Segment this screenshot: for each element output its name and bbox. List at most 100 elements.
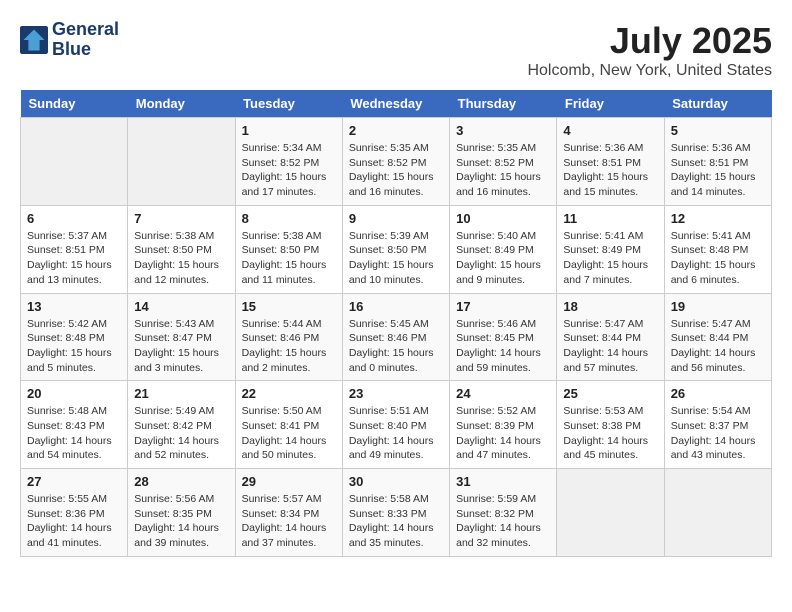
calendar-cell: 29 Sunrise: 5:57 AMSunset: 8:34 PMDayligh…	[235, 469, 342, 557]
logo-icon	[20, 26, 48, 54]
calendar-cell: 12Sunrise: 5:41 AMSunset: 8:48 PMDayligh…	[664, 205, 771, 293]
calendar-cell: 13Sunrise: 5:42 AMSunset: 8:48 PMDayligh…	[21, 293, 128, 381]
day-info: Sunrise: 5:59 AMSunset: 8:32 PMDaylight:…	[456, 492, 550, 551]
calendar-body: 1 Sunrise: 5:34 AMSunset: 8:52 PMDaylight…	[21, 118, 772, 557]
day-number: 20	[27, 386, 121, 401]
weekday-header-friday: Friday	[557, 90, 664, 118]
location-subtitle: Holcomb, New York, United States	[527, 62, 772, 80]
day-number: 24	[456, 386, 550, 401]
title-area: July 2025 Holcomb, New York, United Stat…	[527, 20, 772, 80]
calendar-cell: 23 Sunrise: 5:51 AMSunset: 8:40 PMDayligh…	[342, 381, 449, 469]
calendar-cell: 11 Sunrise: 5:41 AMSunset: 8:49 PMDayligh…	[557, 205, 664, 293]
header: General Blue July 2025 Holcomb, New York…	[20, 20, 772, 80]
day-info: Sunrise: 5:46 AMSunset: 8:45 PMDaylight:…	[456, 317, 550, 376]
day-number: 16	[349, 299, 443, 314]
day-number: 4	[563, 123, 657, 138]
day-number: 28	[134, 474, 228, 489]
weekday-header-thursday: Thursday	[450, 90, 557, 118]
day-number: 19	[671, 299, 765, 314]
calendar-cell: 8Sunrise: 5:38 AMSunset: 8:50 PMDaylight…	[235, 205, 342, 293]
day-info: Sunrise: 5:55 AMSunset: 8:36 PMDaylight:…	[27, 492, 121, 551]
calendar-week-1: 1 Sunrise: 5:34 AMSunset: 8:52 PMDaylight…	[21, 118, 772, 206]
day-number: 7	[134, 211, 228, 226]
day-info: Sunrise: 5:36 AMSunset: 8:51 PMDaylight:…	[671, 141, 765, 200]
day-number: 15	[242, 299, 336, 314]
day-number: 3	[456, 123, 550, 138]
calendar-cell: 24Sunrise: 5:52 AMSunset: 8:39 PMDayligh…	[450, 381, 557, 469]
day-number: 14	[134, 299, 228, 314]
logo: General Blue	[20, 20, 119, 60]
day-info: Sunrise: 5:35 AMSunset: 8:52 PMDaylight:…	[456, 141, 550, 200]
calendar-cell: 14 Sunrise: 5:43 AMSunset: 8:47 PMDayligh…	[128, 293, 235, 381]
day-info: Sunrise: 5:38 AMSunset: 8:50 PMDaylight:…	[134, 229, 228, 288]
weekday-header-wednesday: Wednesday	[342, 90, 449, 118]
day-info: Sunrise: 5:40 AMSunset: 8:49 PMDaylight:…	[456, 229, 550, 288]
weekday-header-monday: Monday	[128, 90, 235, 118]
day-info: Sunrise: 5:43 AMSunset: 8:47 PMDaylight:…	[134, 317, 228, 376]
day-info: Sunrise: 5:38 AMSunset: 8:50 PMDaylight:…	[242, 229, 336, 288]
day-info: Sunrise: 5:47 AMSunset: 8:44 PMDaylight:…	[671, 317, 765, 376]
day-number: 11	[563, 211, 657, 226]
calendar-cell: 18 Sunrise: 5:47 AMSunset: 8:44 PMDayligh…	[557, 293, 664, 381]
calendar-cell: 19 Sunrise: 5:47 AMSunset: 8:44 PMDayligh…	[664, 293, 771, 381]
day-number: 31	[456, 474, 550, 489]
day-number: 10	[456, 211, 550, 226]
day-info: Sunrise: 5:53 AMSunset: 8:38 PMDaylight:…	[563, 404, 657, 463]
calendar-week-2: 6Sunrise: 5:37 AMSunset: 8:51 PMDaylight…	[21, 205, 772, 293]
calendar-cell: 1 Sunrise: 5:34 AMSunset: 8:52 PMDaylight…	[235, 118, 342, 206]
calendar-cell: 22Sunrise: 5:50 AMSunset: 8:41 PMDayligh…	[235, 381, 342, 469]
day-number: 9	[349, 211, 443, 226]
calendar-cell: 5Sunrise: 5:36 AMSunset: 8:51 PMDaylight…	[664, 118, 771, 206]
calendar-cell	[21, 118, 128, 206]
day-info: Sunrise: 5:39 AMSunset: 8:50 PMDaylight:…	[349, 229, 443, 288]
calendar-header: SundayMondayTuesdayWednesdayThursdayFrid…	[21, 90, 772, 118]
calendar-cell	[557, 469, 664, 557]
day-number: 17	[456, 299, 550, 314]
day-number: 25	[563, 386, 657, 401]
calendar-cell: 7 Sunrise: 5:38 AMSunset: 8:50 PMDaylight…	[128, 205, 235, 293]
calendar-table: SundayMondayTuesdayWednesdayThursdayFrid…	[20, 90, 772, 557]
day-number: 23	[349, 386, 443, 401]
logo-text: General Blue	[52, 20, 119, 60]
day-info: Sunrise: 5:45 AMSunset: 8:46 PMDaylight:…	[349, 317, 443, 376]
day-number: 13	[27, 299, 121, 314]
day-info: Sunrise: 5:49 AMSunset: 8:42 PMDaylight:…	[134, 404, 228, 463]
day-number: 2	[349, 123, 443, 138]
calendar-cell: 30 Sunrise: 5:58 AMSunset: 8:33 PMDayligh…	[342, 469, 449, 557]
calendar-cell: 15 Sunrise: 5:44 AMSunset: 8:46 PMDayligh…	[235, 293, 342, 381]
calendar-cell: 3 Sunrise: 5:35 AMSunset: 8:52 PMDaylight…	[450, 118, 557, 206]
day-number: 27	[27, 474, 121, 489]
day-number: 30	[349, 474, 443, 489]
day-number: 26	[671, 386, 765, 401]
day-info: Sunrise: 5:58 AMSunset: 8:33 PMDaylight:…	[349, 492, 443, 551]
day-info: Sunrise: 5:35 AMSunset: 8:52 PMDaylight:…	[349, 141, 443, 200]
calendar-week-4: 20Sunrise: 5:48 AMSunset: 8:43 PMDayligh…	[21, 381, 772, 469]
calendar-cell: 4 Sunrise: 5:36 AMSunset: 8:51 PMDaylight…	[557, 118, 664, 206]
calendar-week-3: 13Sunrise: 5:42 AMSunset: 8:48 PMDayligh…	[21, 293, 772, 381]
calendar-cell: 21 Sunrise: 5:49 AMSunset: 8:42 PMDayligh…	[128, 381, 235, 469]
day-info: Sunrise: 5:54 AMSunset: 8:37 PMDaylight:…	[671, 404, 765, 463]
calendar-cell: 6Sunrise: 5:37 AMSunset: 8:51 PMDaylight…	[21, 205, 128, 293]
day-number: 12	[671, 211, 765, 226]
day-info: Sunrise: 5:34 AMSunset: 8:52 PMDaylight:…	[242, 141, 336, 200]
day-number: 6	[27, 211, 121, 226]
calendar-cell: 26 Sunrise: 5:54 AMSunset: 8:37 PMDayligh…	[664, 381, 771, 469]
calendar-cell: 25 Sunrise: 5:53 AMSunset: 8:38 PMDayligh…	[557, 381, 664, 469]
calendar-cell: 28Sunrise: 5:56 AMSunset: 8:35 PMDayligh…	[128, 469, 235, 557]
weekday-row: SundayMondayTuesdayWednesdayThursdayFrid…	[21, 90, 772, 118]
calendar-cell	[664, 469, 771, 557]
day-info: Sunrise: 5:44 AMSunset: 8:46 PMDaylight:…	[242, 317, 336, 376]
day-number: 18	[563, 299, 657, 314]
day-info: Sunrise: 5:50 AMSunset: 8:41 PMDaylight:…	[242, 404, 336, 463]
day-info: Sunrise: 5:51 AMSunset: 8:40 PMDaylight:…	[349, 404, 443, 463]
day-info: Sunrise: 5:36 AMSunset: 8:51 PMDaylight:…	[563, 141, 657, 200]
day-info: Sunrise: 5:41 AMSunset: 8:49 PMDaylight:…	[563, 229, 657, 288]
day-info: Sunrise: 5:57 AMSunset: 8:34 PMDaylight:…	[242, 492, 336, 551]
month-year-title: July 2025	[527, 20, 772, 62]
calendar-cell: 10 Sunrise: 5:40 AMSunset: 8:49 PMDayligh…	[450, 205, 557, 293]
calendar-week-5: 27 Sunrise: 5:55 AMSunset: 8:36 PMDayligh…	[21, 469, 772, 557]
day-number: 29	[242, 474, 336, 489]
day-number: 21	[134, 386, 228, 401]
day-info: Sunrise: 5:47 AMSunset: 8:44 PMDaylight:…	[563, 317, 657, 376]
day-number: 1	[242, 123, 336, 138]
